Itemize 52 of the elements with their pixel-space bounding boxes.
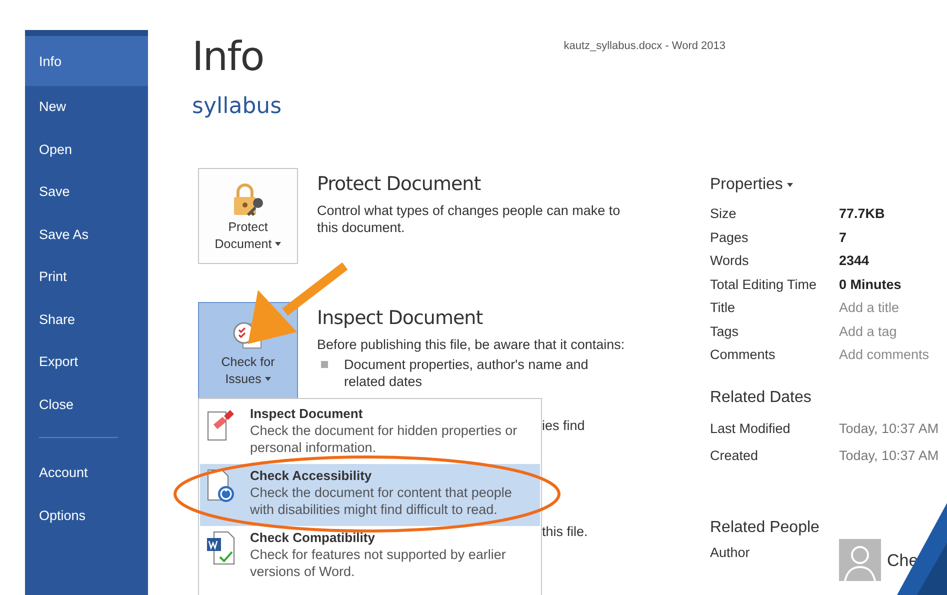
section-heading: Related People xyxy=(710,518,820,536)
property-value: 0 Minutes xyxy=(839,276,902,292)
page-title: Info xyxy=(192,34,264,80)
caret-icon xyxy=(275,242,282,246)
sidebar-item[interactable]: Close xyxy=(25,384,148,426)
property-label: Size xyxy=(710,206,738,222)
section-heading: Related Dates xyxy=(710,388,812,406)
document-name: syllabus xyxy=(192,94,283,119)
property-field[interactable]: Add a tag xyxy=(839,324,897,339)
menu-item[interactable]: Check Accessibility Check the document for content that people with disabilities might find difficult to read. xyxy=(200,464,540,526)
property-value: 7 xyxy=(839,230,847,245)
sidebar-item[interactable]: Save As xyxy=(25,214,148,256)
properties-heading[interactable]: Properties xyxy=(710,176,947,194)
property-label: Total Editing Time xyxy=(710,276,818,292)
property-label: Words xyxy=(710,253,750,268)
sidebar-item[interactable]: New xyxy=(25,86,148,128)
date-value: Today, 10:37 AM xyxy=(839,448,939,462)
section-description: Before publishing this file, be aware that it contains: xyxy=(317,336,626,353)
date-label: Created xyxy=(710,448,760,462)
caret-icon xyxy=(264,376,271,381)
menu-item[interactable]: Inspect Document Check the document for hidden properties or personal information. xyxy=(200,402,540,464)
author-label: Author xyxy=(710,544,751,560)
caret-icon xyxy=(787,182,794,187)
sidebar-item[interactable]: Options xyxy=(25,494,148,537)
section-description: Control what types of changes people can make to this document. xyxy=(317,202,622,236)
date-label: Last Modified xyxy=(710,420,792,436)
sidebar-item[interactable]: Print xyxy=(25,256,148,298)
sidebar-item[interactable]: Save xyxy=(25,171,148,214)
property-label: Comments xyxy=(710,347,776,362)
date-value: Today, 10:37 AM xyxy=(839,420,939,436)
avatar-icon xyxy=(839,538,881,580)
property-field[interactable]: Add comments xyxy=(839,347,930,362)
bullet-text: Document properties, author's name and related dates xyxy=(344,356,590,390)
property-label: Title xyxy=(710,300,736,316)
property-label: Pages xyxy=(710,230,750,245)
menu-item[interactable]: Check Compatibility Check for features not supported by earlier versions of Word. xyxy=(200,526,540,588)
bullet-icon xyxy=(321,361,328,368)
partial-text: ies find xyxy=(542,417,585,434)
sidebar-item[interactable]: Open xyxy=(25,128,148,171)
sidebar-item[interactable]: Account xyxy=(25,452,148,494)
property-value: 77.7KB xyxy=(839,206,885,222)
section-heading: Inspect Document xyxy=(317,306,484,330)
sidebar-item[interactable]: Info xyxy=(25,36,148,86)
partial-text: this file. xyxy=(542,523,588,540)
property-value: 2344 xyxy=(839,253,870,268)
protect-document-button[interactable]: Protect Document xyxy=(198,168,298,264)
property-label: Tags xyxy=(710,324,740,339)
sidebar-item[interactable]: Export xyxy=(25,341,148,384)
window-title: kautz_syllabus.docx - Word 2013 xyxy=(564,40,726,52)
sidebar-item[interactable]: Share xyxy=(25,298,148,341)
property-field[interactable]: Add a title xyxy=(839,300,900,316)
section-heading: Protect Document xyxy=(317,172,482,196)
